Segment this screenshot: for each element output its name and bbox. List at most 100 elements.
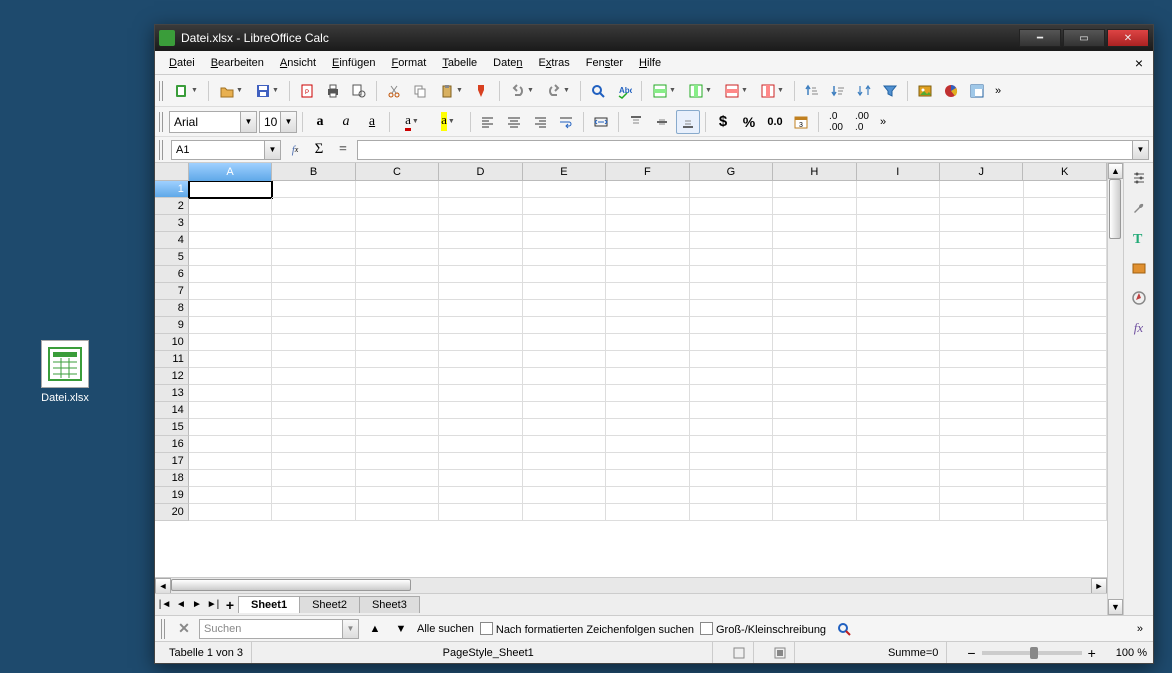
sum-button[interactable]: Σ: [309, 140, 329, 160]
cell[interactable]: [439, 181, 522, 198]
cell[interactable]: [272, 249, 355, 266]
cell[interactable]: [356, 419, 439, 436]
row-header[interactable]: 16: [155, 436, 189, 453]
cell[interactable]: [857, 334, 940, 351]
sheet-tab[interactable]: Sheet3: [359, 596, 420, 613]
menu-tabelle[interactable]: Tabelle: [434, 54, 485, 72]
column-header[interactable]: B: [272, 163, 355, 181]
add-decimal-button[interactable]: .0.00: [824, 110, 848, 134]
cell[interactable]: [189, 266, 272, 283]
cell[interactable]: [523, 470, 606, 487]
status-selection-mode[interactable]: [766, 642, 795, 663]
cell[interactable]: [773, 385, 856, 402]
formatting-more-button[interactable]: »: [876, 116, 890, 128]
font-color-button[interactable]: a▼: [395, 110, 429, 134]
insert-row-button[interactable]: ▼: [647, 79, 681, 103]
cell[interactable]: [523, 351, 606, 368]
cut-button[interactable]: [382, 79, 406, 103]
cell[interactable]: [272, 368, 355, 385]
print-button[interactable]: [321, 79, 345, 103]
row-header[interactable]: 18: [155, 470, 189, 487]
cell[interactable]: [857, 300, 940, 317]
toolbar-grip[interactable]: [159, 112, 165, 132]
autofilter-button[interactable]: [878, 79, 902, 103]
cell[interactable]: [1024, 283, 1107, 300]
cell[interactable]: [356, 436, 439, 453]
cell[interactable]: [690, 198, 773, 215]
cell[interactable]: [439, 215, 522, 232]
cell[interactable]: [940, 317, 1023, 334]
number-format-button[interactable]: 0.0: [763, 110, 787, 134]
cell[interactable]: [356, 232, 439, 249]
export-pdf-button[interactable]: P: [295, 79, 319, 103]
cell[interactable]: [356, 283, 439, 300]
formula-input[interactable]: ▼: [357, 140, 1149, 160]
horizontal-scrollbar[interactable]: ◄ ►: [155, 577, 1107, 593]
row-header[interactable]: 6: [155, 266, 189, 283]
cell[interactable]: [189, 419, 272, 436]
cell[interactable]: [773, 487, 856, 504]
find-formatted-checkbox[interactable]: Nach formatierten Zeichenfolgen suchen: [480, 622, 694, 636]
zoom-slider[interactable]: [982, 651, 1082, 655]
sheet-tab[interactable]: Sheet2: [299, 596, 360, 613]
spellcheck-button[interactable]: Abc: [612, 79, 636, 103]
cell[interactable]: [189, 283, 272, 300]
cell[interactable]: [606, 249, 689, 266]
copy-button[interactable]: [408, 79, 432, 103]
cell[interactable]: [773, 283, 856, 300]
cell[interactable]: [439, 470, 522, 487]
hscroll-thumb[interactable]: [171, 579, 411, 591]
desktop-file-icon[interactable]: Datei.xlsx: [30, 340, 100, 404]
insert-pivot-button[interactable]: [965, 79, 989, 103]
status-sum[interactable]: Summe=0: [807, 642, 947, 663]
vertical-scrollbar[interactable]: ▲ ▼: [1107, 163, 1123, 615]
cell[interactable]: [189, 470, 272, 487]
cell[interactable]: [940, 470, 1023, 487]
cell[interactable]: [272, 402, 355, 419]
cell[interactable]: [1024, 436, 1107, 453]
cell[interactable]: [523, 453, 606, 470]
cell[interactable]: [606, 334, 689, 351]
cell[interactable]: [690, 368, 773, 385]
scroll-left-button[interactable]: ◄: [155, 578, 171, 594]
cell[interactable]: [1024, 470, 1107, 487]
paste-button[interactable]: ▼: [434, 79, 468, 103]
cell[interactable]: [857, 470, 940, 487]
cell[interactable]: [690, 334, 773, 351]
insert-chart-button[interactable]: [939, 79, 963, 103]
cell[interactable]: [189, 334, 272, 351]
cell[interactable]: [606, 368, 689, 385]
cell[interactable]: [606, 283, 689, 300]
undo-button[interactable]: ▼: [505, 79, 539, 103]
cell[interactable]: [690, 181, 773, 198]
status-insert-mode[interactable]: [725, 642, 754, 663]
toolbar-grip[interactable]: [161, 619, 167, 639]
cell[interactable]: [940, 215, 1023, 232]
function-wizard-button[interactable]: fx: [285, 140, 305, 160]
cell[interactable]: [356, 181, 439, 198]
add-sheet-button[interactable]: +: [221, 597, 239, 613]
cell[interactable]: [439, 351, 522, 368]
cell[interactable]: [523, 300, 606, 317]
format-paintbrush-button[interactable]: [470, 79, 494, 103]
cell[interactable]: [439, 453, 522, 470]
cell[interactable]: [857, 419, 940, 436]
cell[interactable]: [940, 385, 1023, 402]
cell[interactable]: [523, 419, 606, 436]
cell[interactable]: [272, 385, 355, 402]
cell[interactable]: [189, 215, 272, 232]
cell[interactable]: [857, 504, 940, 521]
cell[interactable]: [606, 181, 689, 198]
cell[interactable]: [690, 317, 773, 334]
cell[interactable]: [857, 232, 940, 249]
font-size-select[interactable]: 10▼: [259, 111, 297, 133]
cell[interactable]: [439, 317, 522, 334]
row-header[interactable]: 20: [155, 504, 189, 521]
cell[interactable]: [356, 266, 439, 283]
cell[interactable]: [857, 198, 940, 215]
insert-image-button[interactable]: [913, 79, 937, 103]
zoom-control[interactable]: − +: [959, 642, 1103, 663]
cell[interactable]: [773, 317, 856, 334]
cell[interactable]: [690, 453, 773, 470]
menu-format[interactable]: Format: [383, 54, 434, 72]
